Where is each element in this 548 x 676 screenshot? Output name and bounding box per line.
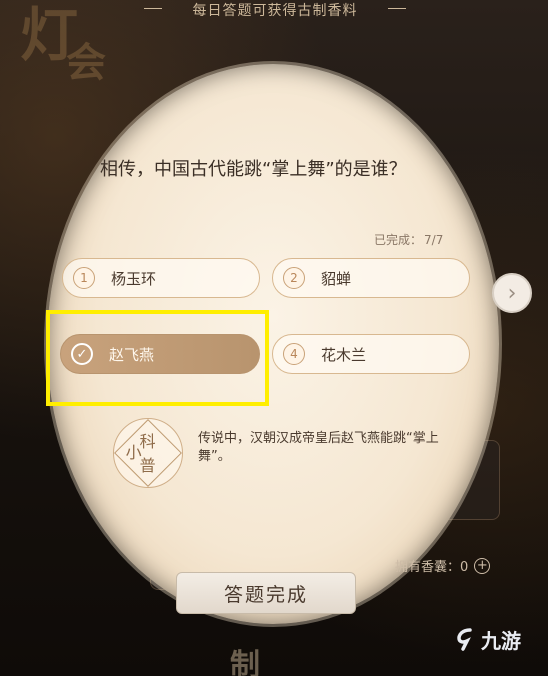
option-number-badge: 2 (283, 267, 305, 289)
quiz-complete-button[interactable]: 答题完成 (176, 572, 356, 614)
progress-label: 已完成： (374, 233, 423, 247)
option-label: 杨玉环 (111, 269, 157, 288)
chevron-right-icon[interactable]: › (492, 273, 532, 313)
sachet-label: 拥有香囊：0 (395, 560, 469, 575)
science-seal-icon: 科 小 普 (113, 418, 183, 488)
option-2[interactable]: 2 貂蝉 (272, 258, 470, 298)
seal-text: 科 小 普 (126, 431, 157, 475)
option-number-badge: 4 (283, 343, 305, 365)
bg-glyph-make: 制 (230, 648, 260, 676)
plus-icon[interactable]: + (474, 557, 491, 574)
watermark-logo: 九游 (455, 625, 521, 654)
option-number-badge: 1 (73, 267, 95, 289)
option-4[interactable]: 4 花木兰 (272, 334, 470, 374)
bg-glyph-meeting: 会 (66, 39, 106, 86)
option-1[interactable]: 1 杨玉环 (62, 258, 260, 298)
seal-char-bottom: 普 (139, 455, 157, 475)
sachet-count: 拥有香囊：0 + (395, 556, 491, 575)
seal-char-top: 科 (139, 431, 157, 451)
selection-highlight-box (46, 310, 269, 406)
question-text: 相传，中国古代能跳“掌上舞”的是谁？ (100, 159, 407, 180)
nine-game-logo-icon (457, 627, 472, 651)
watermark-text: 九游 (481, 629, 521, 653)
option-label: 花木兰 (321, 345, 367, 364)
seal-diamond: 科 小 普 (114, 419, 182, 487)
daily-quiz-banner: 每日答题可获得古制香料 (144, 0, 406, 20)
explanation-text: 传说中，汉朝汉成帝皇后赵飞燕能跳“掌上舞”。 (198, 431, 439, 464)
progress-indicator: 已完成： 7/7 (372, 231, 443, 248)
option-label: 貂蝉 (321, 269, 352, 288)
progress-value: 7/7 (424, 233, 444, 247)
